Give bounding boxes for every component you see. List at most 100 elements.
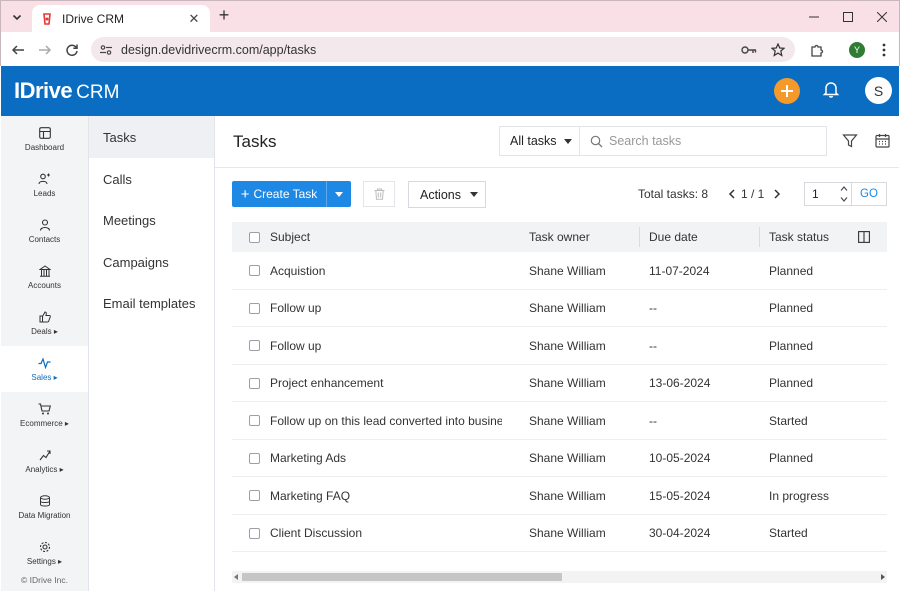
create-task-button[interactable]: + Create Task — [232, 181, 326, 207]
search-input[interactable] — [609, 134, 809, 148]
actions-label: Actions — [420, 187, 461, 202]
rail-item-settings[interactable]: Settings ▸ — [1, 530, 88, 576]
cell-subject[interactable]: Project enhancement — [270, 365, 502, 402]
row-checkbox[interactable] — [249, 477, 260, 514]
reload-button[interactable] — [61, 39, 83, 61]
checkbox[interactable] — [249, 452, 260, 464]
select-all-checkbox[interactable] — [249, 222, 260, 252]
close-window-icon[interactable] — [865, 1, 899, 32]
rail-item-ecommerce[interactable]: Ecommerce ▸ — [1, 392, 88, 438]
notifications-button[interactable] — [822, 80, 842, 100]
password-key-icon[interactable] — [741, 44, 757, 56]
next-page-icon[interactable] — [771, 187, 783, 201]
bookmark-star-icon[interactable] — [771, 42, 785, 57]
cell-subject[interactable]: Acquistion — [270, 252, 502, 289]
new-tab-button[interactable]: + — [215, 6, 233, 25]
stepper-down-icon[interactable] — [840, 197, 848, 202]
previous-page-icon[interactable] — [726, 187, 738, 201]
rail-item-deals[interactable]: Deals ▸ — [1, 300, 88, 346]
table-row[interactable]: Follow up on this lead converted into bu… — [232, 402, 887, 440]
tab-close-icon[interactable]: ✕ — [186, 11, 202, 27]
column-divider[interactable] — [639, 227, 640, 247]
table-row[interactable]: Follow up Shane William -- Planned — [232, 327, 887, 365]
checkbox[interactable] — [249, 340, 260, 351]
task-search[interactable] — [579, 126, 827, 156]
scrollbar-thumb[interactable] — [242, 573, 562, 581]
column-header-due-date[interactable]: Due date — [649, 222, 698, 252]
page-stepper[interactable] — [840, 186, 848, 202]
rail-item-data-migration[interactable]: Data Migration — [1, 484, 88, 530]
row-checkbox[interactable] — [249, 440, 260, 477]
row-checkbox[interactable] — [249, 402, 260, 439]
column-header-subject[interactable]: Subject — [270, 222, 310, 252]
bell-icon — [822, 82, 840, 98]
browser-tab[interactable]: IDrive CRM ✕ — [32, 5, 210, 32]
horizontal-scrollbar[interactable] — [232, 571, 887, 583]
user-avatar[interactable]: S — [865, 77, 892, 104]
actions-dropdown[interactable]: Actions — [408, 181, 486, 208]
delete-button[interactable] — [363, 181, 395, 207]
row-checkbox[interactable] — [249, 252, 260, 289]
create-task-dropdown-button[interactable] — [326, 181, 351, 207]
stepper-up-icon[interactable] — [840, 186, 848, 191]
table-row[interactable]: Marketing FAQ Shane William 15-05-2024 I… — [232, 477, 887, 515]
table-row[interactable]: Acquistion Shane William 11-07-2024 Plan… — [232, 252, 887, 290]
checkbox[interactable] — [249, 415, 260, 426]
rail-item-accounts[interactable]: Accounts — [1, 254, 88, 300]
checkbox[interactable] — [249, 490, 260, 501]
page-number-input[interactable]: 1 — [804, 182, 852, 206]
cell-subject[interactable]: Follow up — [270, 290, 502, 327]
table-row[interactable]: Client Discussion Shane William 30-04-20… — [232, 515, 887, 552]
table-row[interactable]: Marketing Ads Shane William 10-05-2024 P… — [232, 440, 887, 477]
subnav-item-email-templates[interactable]: Email templates — [89, 282, 214, 324]
column-divider[interactable] — [759, 227, 760, 247]
forward-button[interactable] — [34, 39, 56, 61]
minimize-icon[interactable] — [797, 1, 831, 32]
checkbox[interactable] — [249, 231, 260, 243]
subnav-item-campaigns[interactable]: Campaigns — [89, 241, 214, 283]
rail-item-contacts[interactable]: Contacts — [1, 208, 88, 254]
idrive-crm-logo[interactable]: IDrive CRM — [14, 78, 119, 104]
scroll-left-icon[interactable] — [234, 574, 238, 580]
go-button[interactable]: GO — [852, 182, 887, 206]
task-view-dropdown[interactable]: All tasks — [499, 126, 579, 156]
columns-toggle-icon[interactable] — [858, 231, 870, 243]
calendar-icon[interactable] — [875, 133, 890, 148]
subnav-item-calls[interactable]: Calls — [89, 158, 214, 200]
cell-subject[interactable]: Client Discussion — [270, 515, 502, 552]
back-button[interactable] — [7, 39, 29, 61]
scroll-right-icon[interactable] — [881, 574, 885, 580]
column-header-task-owner[interactable]: Task owner — [529, 222, 590, 252]
caret-down-icon — [470, 192, 478, 197]
rail-item-analytics[interactable]: Analytics ▸ — [1, 438, 88, 484]
subnav-item-meetings[interactable]: Meetings — [89, 199, 214, 241]
browser-menu-button[interactable] — [873, 39, 895, 61]
cell-subject[interactable]: Marketing Ads — [270, 440, 502, 477]
column-header-task-status[interactable]: Task status — [769, 222, 829, 252]
subnav-item-tasks[interactable]: Tasks — [89, 116, 214, 158]
checkbox[interactable] — [249, 302, 260, 314]
row-checkbox[interactable] — [249, 515, 260, 552]
row-checkbox[interactable] — [249, 365, 260, 402]
checkbox[interactable] — [249, 265, 260, 276]
row-checkbox[interactable] — [249, 290, 260, 327]
table-row[interactable]: Project enhancement Shane William 13-06-… — [232, 365, 887, 402]
cell-subject[interactable]: Follow up on this lead converted into bu… — [270, 402, 502, 439]
cell-subject[interactable]: Follow up — [270, 327, 502, 364]
profile-button[interactable]: Y — [846, 39, 868, 61]
quick-add-button[interactable] — [774, 78, 800, 104]
cell-subject[interactable]: Marketing FAQ — [270, 477, 502, 514]
checkbox[interactable] — [249, 527, 260, 539]
maximize-icon[interactable] — [831, 1, 865, 32]
tab-search-button[interactable] — [7, 7, 27, 27]
filter-icon[interactable] — [842, 133, 858, 149]
table-row[interactable]: Follow up Shane William -- Planned — [232, 290, 887, 327]
address-bar[interactable]: design.devidrivecrm.com/app/tasks — [91, 37, 795, 62]
site-info-icon[interactable] — [99, 42, 115, 58]
rail-item-sales[interactable]: Sales ▸ — [1, 346, 88, 392]
extensions-button[interactable] — [806, 39, 828, 61]
row-checkbox[interactable] — [249, 327, 260, 364]
rail-item-leads[interactable]: Leads — [1, 162, 88, 208]
checkbox[interactable] — [249, 377, 260, 389]
rail-item-dashboard[interactable]: Dashboard — [1, 116, 88, 162]
